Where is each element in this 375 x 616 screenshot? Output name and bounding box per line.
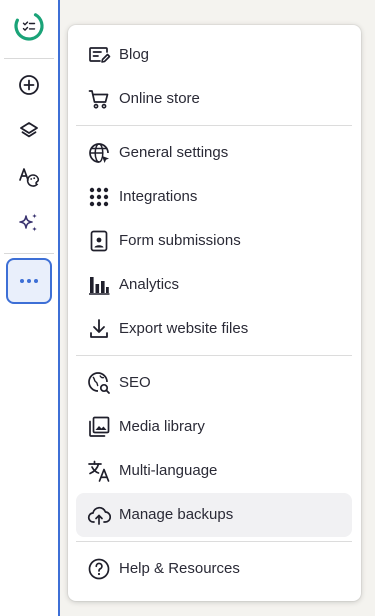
sidebar-divider xyxy=(4,253,54,254)
menu-item-label: Multi-language xyxy=(119,462,218,479)
menu-item-label: SEO xyxy=(119,374,151,391)
menu-item-label: Blog xyxy=(119,46,150,63)
cloud-backup-icon xyxy=(87,503,111,527)
sidebar-divider xyxy=(4,58,54,59)
ai-assistant-button[interactable] xyxy=(6,200,52,246)
font-palette-icon xyxy=(17,165,41,189)
plus-circle-icon xyxy=(18,74,40,96)
globe-search-icon xyxy=(87,371,111,395)
form-user-icon xyxy=(87,229,111,253)
layers-icon xyxy=(18,120,40,142)
menu-item-label: Online store xyxy=(119,90,200,107)
blog-edit-icon xyxy=(87,43,111,67)
sparkle-icon xyxy=(17,211,41,235)
menu-item-label: Export website files xyxy=(119,320,249,337)
more-options-button[interactable] xyxy=(6,258,52,304)
menu-item-media-library[interactable]: Media library xyxy=(76,405,352,449)
menu-item-label: Form submissions xyxy=(119,232,241,249)
menu-item-label: Integrations xyxy=(119,188,198,205)
menu-divider xyxy=(76,355,352,356)
globe-cursor-icon xyxy=(87,141,111,165)
menu-item-blog[interactable]: Blog xyxy=(76,33,352,77)
menu-item-label: Media library xyxy=(119,418,205,435)
help-circle-icon xyxy=(87,557,111,581)
menu-item-online-store[interactable]: Online store xyxy=(76,77,352,121)
menu-item-integrations[interactable]: Integrations xyxy=(76,175,352,219)
menu-item-seo[interactable]: SEO xyxy=(76,361,352,405)
menu-item-general-settings[interactable]: General settings xyxy=(76,131,352,175)
download-icon xyxy=(87,317,111,341)
menu-item-help-resources[interactable]: Help & Resources xyxy=(76,547,352,591)
menu-item-label: Manage backups xyxy=(119,506,234,523)
app-root: Blog Online store General settings Integ… xyxy=(0,0,375,616)
checklist-circle-icon[interactable] xyxy=(12,9,46,43)
shopping-cart-icon xyxy=(87,87,111,111)
menu-item-analytics[interactable]: Analytics xyxy=(76,263,352,307)
menu-item-form-submissions[interactable]: Form submissions xyxy=(76,219,352,263)
menu-divider xyxy=(76,125,352,126)
design-styles-button[interactable] xyxy=(6,154,52,200)
add-element-button[interactable] xyxy=(6,62,52,108)
bar-chart-icon xyxy=(87,273,111,297)
more-options-menu: Blog Online store General settings Integ… xyxy=(68,25,361,601)
menu-item-manage-backups[interactable]: Manage backups xyxy=(76,493,352,537)
menu-item-export-website-files[interactable]: Export website files xyxy=(76,307,352,351)
layers-button[interactable] xyxy=(6,108,52,154)
grid-dots-icon xyxy=(87,185,111,209)
left-sidebar xyxy=(0,0,60,616)
translate-icon xyxy=(87,459,111,483)
image-library-icon xyxy=(87,415,111,439)
menu-item-label: Help & Resources xyxy=(119,560,240,577)
menu-item-label: Analytics xyxy=(119,276,180,293)
menu-item-label: General settings xyxy=(119,144,229,161)
menu-divider xyxy=(76,541,352,542)
menu-item-multi-language[interactable]: Multi-language xyxy=(76,449,352,493)
more-dots-icon xyxy=(19,278,39,284)
